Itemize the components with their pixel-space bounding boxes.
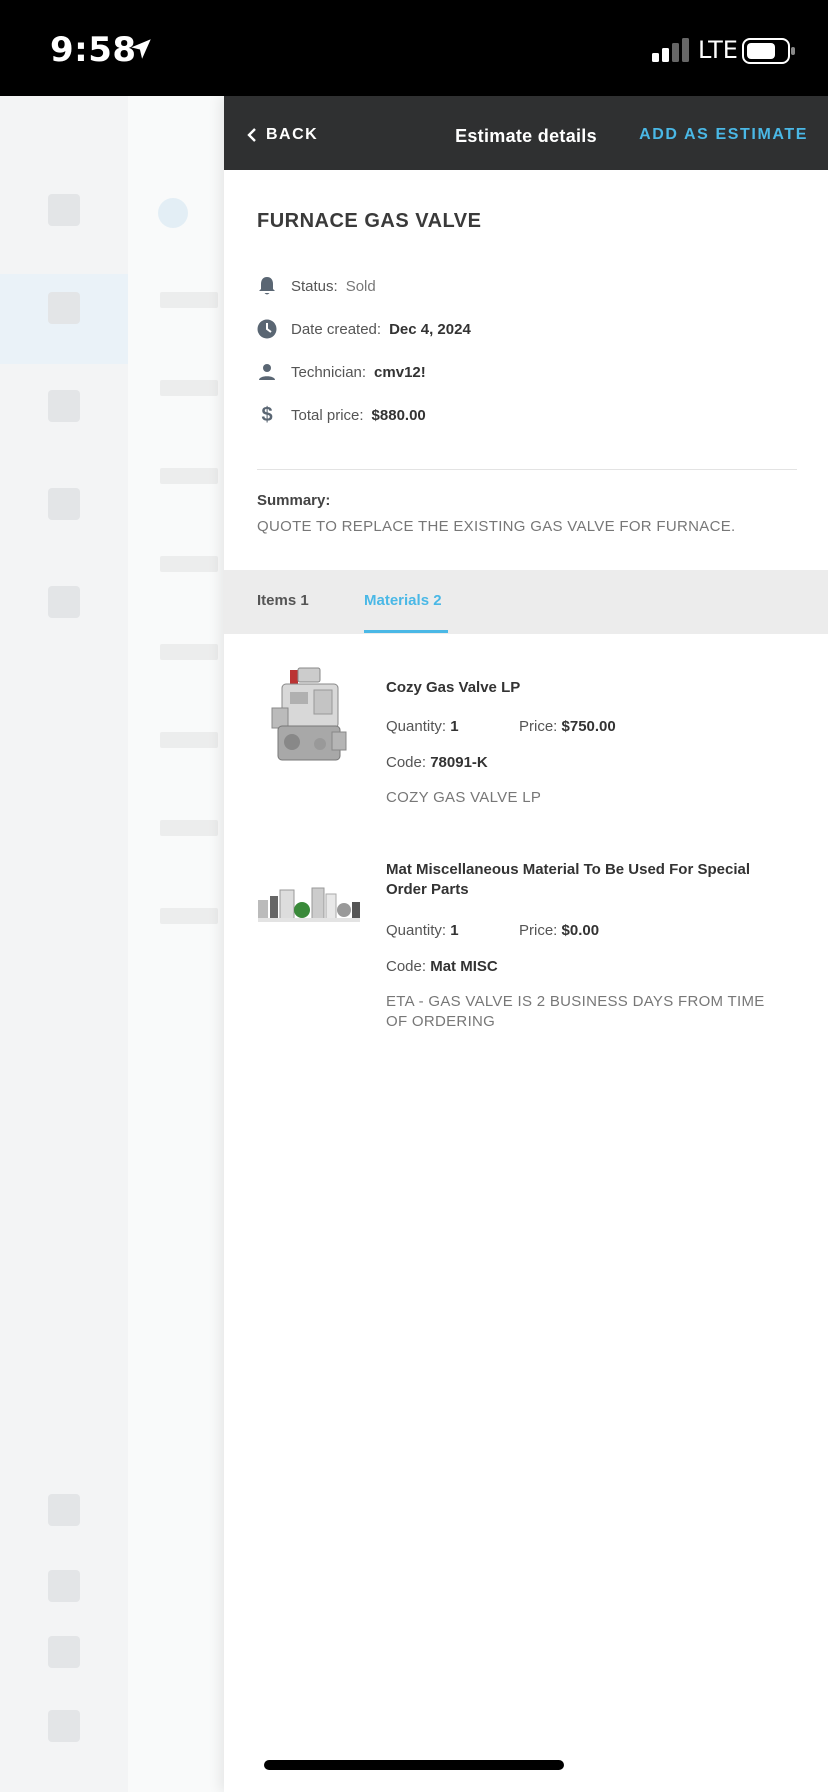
shield-icon (48, 292, 80, 324)
material-description: COZY GAS VALVE LP (386, 789, 542, 806)
chevron-left-icon (247, 128, 256, 142)
tool-icon (48, 1494, 80, 1526)
total-price-row: $ Total price: $880.00 (257, 403, 426, 426)
material-name: Cozy Gas Valve LP (386, 679, 521, 696)
briefcase-icon (48, 1710, 80, 1742)
document-icon (48, 390, 80, 422)
material-name: Mat Miscellaneous Material To Be Used Fo… (386, 861, 750, 898)
status-row: Status: Sold (257, 276, 376, 296)
dollar-icon: $ (261, 403, 273, 426)
bell-icon (257, 276, 277, 296)
total-price-value: $880.00 (371, 406, 426, 424)
technician-row: Technician: cmv12! (257, 362, 426, 382)
back-button[interactable]: BACK (246, 126, 318, 144)
date-value: Dec 4, 2024 (389, 320, 471, 338)
add-as-estimate-button[interactable]: ADD AS ESTIMATE (639, 126, 808, 144)
person-icon (257, 362, 277, 382)
estimate-title: FURNACE GAS VALVE (257, 210, 482, 232)
material-price: Price: $0.00 (519, 922, 600, 939)
material-code: Code: Mat MISC (386, 958, 498, 975)
back-label: BACK (266, 126, 319, 143)
signal-icon (652, 38, 689, 62)
battery-icon (742, 38, 795, 64)
tab-bar: Items 1 Materials 2 (224, 570, 828, 634)
material-price: Price: $750.00 (519, 718, 616, 735)
status-label: Status: (291, 277, 338, 295)
location-arrow-icon (131, 39, 151, 59)
background-sidebar (0, 96, 128, 1792)
clock-icon (257, 319, 277, 339)
material-quantity: Quantity: 1 (386, 718, 459, 735)
estimate-details-panel: BACK Estimate details ADD AS ESTIMATE FU… (224, 96, 828, 1792)
calendar-icon (48, 1570, 80, 1602)
total-price-label: Total price: (291, 406, 364, 424)
network-label: LTE (698, 36, 738, 64)
miscellaneous-materials-image (258, 887, 360, 922)
wrench-icon (48, 194, 80, 226)
material-quantity: Quantity: 1 (386, 922, 459, 939)
material-code: Code: 78091-K (386, 754, 488, 771)
status-bar: 9:58 LTE (0, 0, 828, 96)
panel-header: BACK Estimate details ADD AS ESTIMATE (224, 96, 828, 170)
date-label: Date created: (291, 320, 382, 338)
tab-items[interactable]: Items 1 (257, 592, 309, 609)
technician-value: cmv12! (374, 363, 426, 381)
divider (257, 469, 797, 470)
chart-icon (48, 586, 80, 618)
list-icon (48, 488, 80, 520)
tab-materials[interactable]: Materials 2 (364, 592, 442, 609)
active-tab-indicator (364, 630, 448, 633)
technician-label: Technician: (291, 363, 367, 381)
material-description: ETA - GAS VALVE IS 2 BUSINESS DAYS FROM … (386, 993, 765, 1030)
status-value: Sold (345, 277, 376, 295)
summary-text: QUOTE TO REPLACE THE EXISTING GAS VALVE … (257, 518, 736, 535)
summary-label: Summary: (257, 492, 331, 509)
inbox-icon (48, 1636, 80, 1668)
status-time: 9:58 (50, 30, 137, 70)
home-indicator[interactable] (264, 1760, 564, 1770)
gas-valve-image (271, 667, 347, 761)
date-row: Date created: Dec 4, 2024 (257, 319, 471, 339)
